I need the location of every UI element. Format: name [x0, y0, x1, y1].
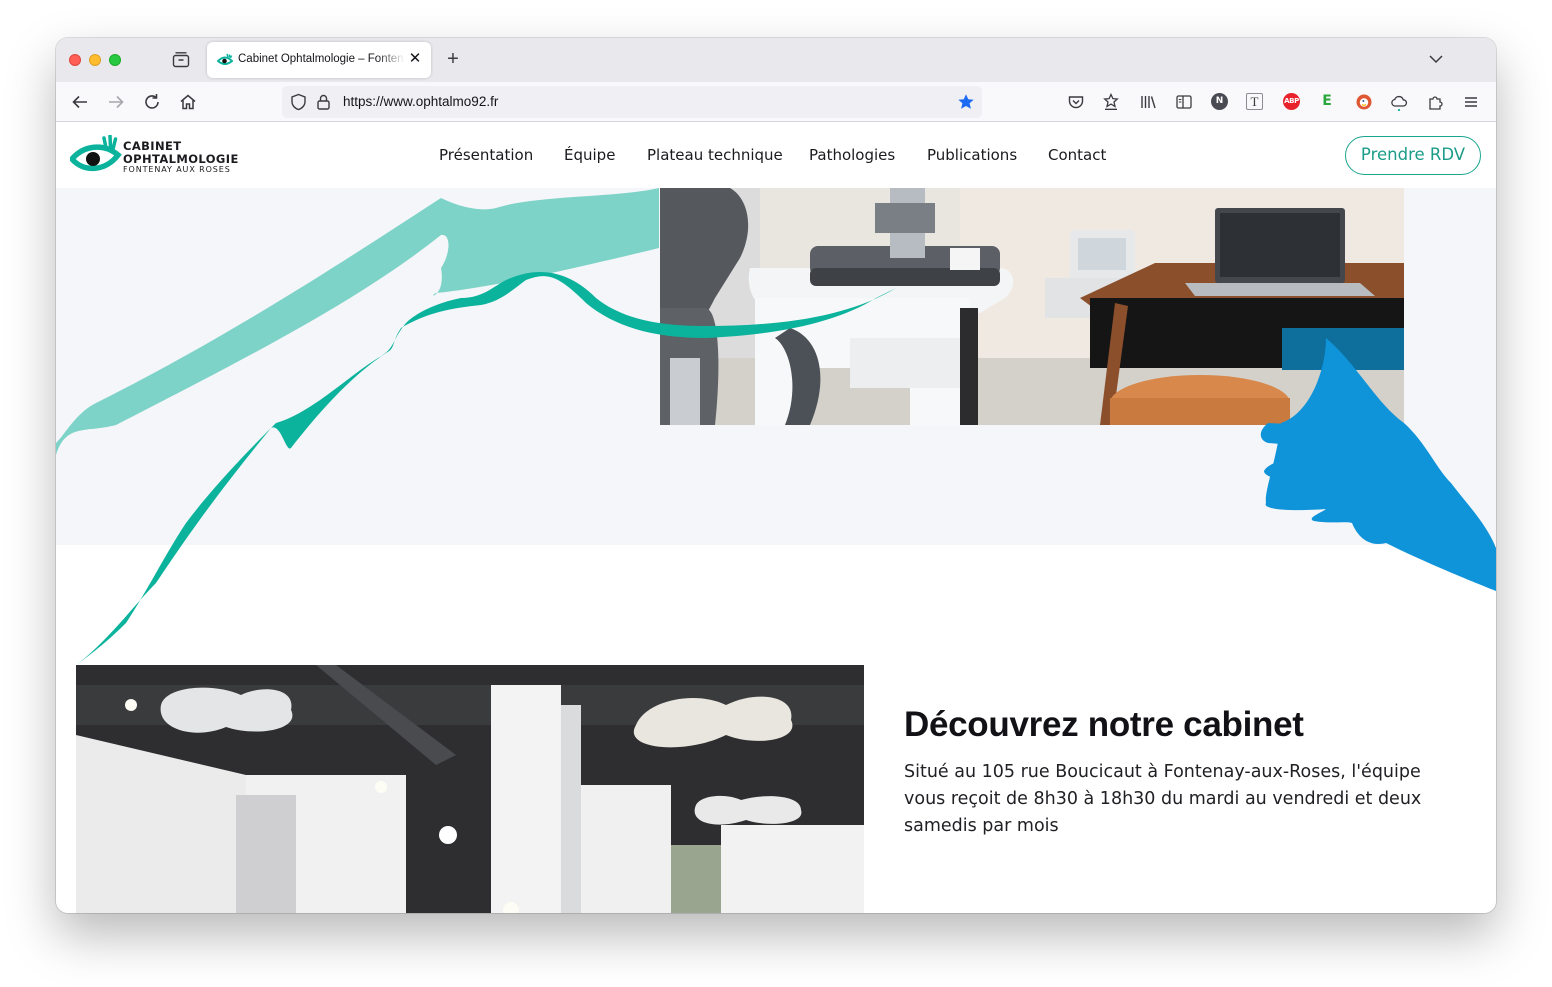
logo-line-3: FONTENAY AUX ROSES	[123, 165, 231, 174]
nav-pathologies[interactable]: Pathologies	[809, 146, 895, 164]
shield-icon[interactable]	[290, 93, 307, 111]
reload-icon[interactable]	[142, 92, 162, 112]
nav-presentation[interactable]: Présentation	[439, 146, 533, 164]
chevron-down-icon[interactable]	[1428, 52, 1444, 66]
eye-favicon-icon	[217, 53, 233, 65]
reader-view-icon[interactable]	[1175, 93, 1193, 111]
back-arrow-icon[interactable]	[70, 92, 90, 112]
menu-hamburger-icon[interactable]	[1462, 93, 1480, 111]
prendre-rdv-button[interactable]: Prendre RDV	[1345, 136, 1481, 175]
tab-title-fade	[377, 50, 405, 70]
duckduckgo-icon[interactable]	[1355, 93, 1373, 111]
library-icon[interactable]	[1139, 93, 1157, 111]
navigation-bar: https://www.ophtalmo92.fr N T ABP E	[56, 82, 1496, 122]
active-tab[interactable]: Cabinet Ophtalmologie – Fontenay aux Ros…	[207, 42, 431, 78]
bookmark-star-icon[interactable]	[957, 93, 975, 111]
tab-close-icon[interactable]: ✕	[407, 51, 423, 67]
about-text: Situé au 105 rue Boucicaut à Fontenay-au…	[904, 762, 1422, 836]
nav-contact[interactable]: Contact	[1048, 146, 1106, 164]
font-extension-icon[interactable]: T	[1246, 93, 1263, 110]
main-navigation: Présentation Équipe Plateau technique Pa…	[56, 146, 1496, 166]
sync-cloud-icon[interactable]	[1390, 93, 1408, 111]
nav-equipe[interactable]: Équipe	[564, 146, 615, 164]
tab-strip: Cabinet Ophtalmologie – Fontenay aux Ros…	[56, 38, 1496, 82]
url-bar[interactable]: https://www.ophtalmo92.fr	[282, 86, 982, 118]
new-tab-icon[interactable]: +	[443, 49, 463, 69]
zoom-window-button[interactable]	[109, 54, 121, 66]
url-text[interactable]: https://www.ophtalmo92.fr	[343, 94, 498, 109]
bookmarks-star-list-icon[interactable]	[1102, 93, 1120, 111]
nav-publications[interactable]: Publications	[927, 146, 1017, 164]
about-title: Découvrez notre cabinet	[904, 705, 1304, 744]
web-page: CABINET OPHTALMOLOGIE FONTENAY AUX ROSES…	[56, 123, 1496, 913]
minimize-window-button[interactable]	[89, 54, 101, 66]
home-icon[interactable]	[178, 92, 198, 112]
site-header: CABINET OPHTALMOLOGIE FONTENAY AUX ROSES…	[56, 123, 1496, 188]
lock-icon[interactable]	[316, 93, 331, 111]
notion-extension-icon[interactable]: N	[1211, 93, 1228, 110]
forward-arrow-icon[interactable]	[106, 92, 126, 112]
pocket-icon[interactable]	[1067, 93, 1085, 111]
adblock-plus-icon[interactable]: ABP	[1283, 93, 1300, 110]
browser-window: Cabinet Ophtalmologie – Fontenay aux Ros…	[56, 38, 1496, 913]
extensions-puzzle-icon[interactable]	[1427, 93, 1445, 111]
tab-list-icon[interactable]	[171, 51, 191, 69]
e-extension-icon[interactable]: E	[1320, 93, 1334, 110]
nav-plateau-technique[interactable]: Plateau technique	[647, 146, 783, 164]
close-window-button[interactable]	[69, 54, 81, 66]
